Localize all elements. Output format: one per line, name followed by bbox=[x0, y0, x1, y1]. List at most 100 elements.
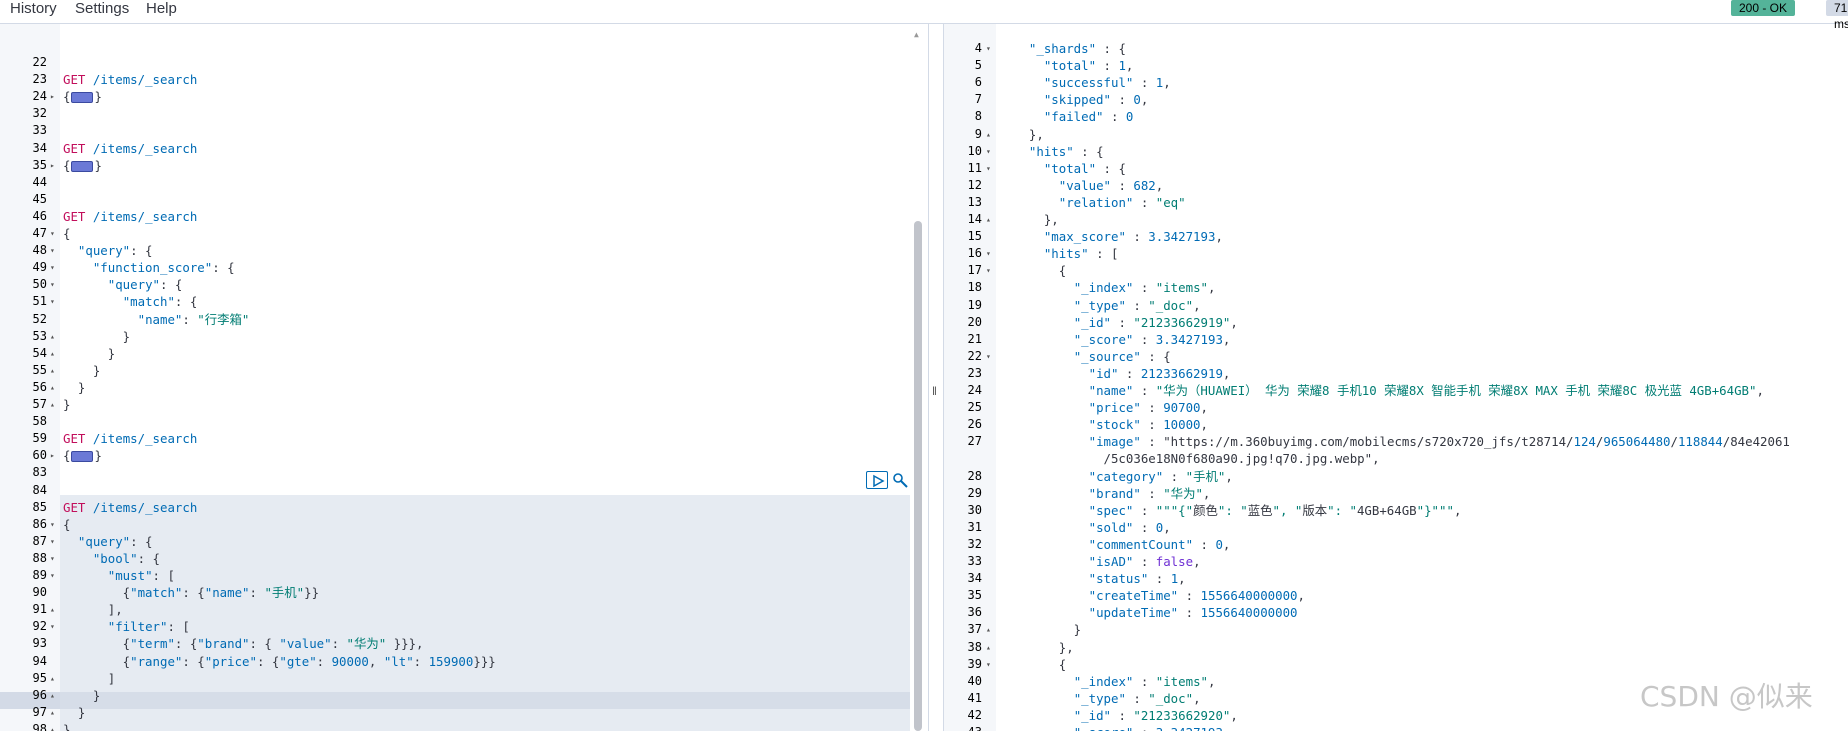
code-text: GET /items/_search bbox=[63, 72, 198, 88]
code-text: "name" : "华为（HUAWEI） 华为 荣耀8 手机10 荣耀8X 智能… bbox=[1088, 383, 1764, 398]
line-number: 96 bbox=[32, 687, 47, 702]
line-number: 97 bbox=[32, 704, 47, 719]
code-text: "max_score" : 3.3427193, bbox=[1043, 229, 1223, 245]
code-text: "category" : "手机", bbox=[1088, 468, 1233, 484]
menu-bar: History Settings Help 200 - OK 71 ms bbox=[0, 0, 1848, 31]
fold-toggle-icon[interactable]: ▾ bbox=[50, 242, 55, 259]
code-text: } bbox=[63, 328, 131, 344]
code-text: { bbox=[63, 226, 71, 241]
request-line: 59 GET /items/_search bbox=[0, 430, 928, 447]
fold-toggle-icon[interactable]: ▴ bbox=[50, 379, 55, 396]
code-text: "match": { bbox=[122, 294, 198, 310]
line-number: 60 bbox=[32, 448, 47, 463]
line-number: 31 bbox=[967, 519, 982, 534]
fold-toggle-icon[interactable]: ▴ bbox=[50, 670, 55, 687]
request-line: 34 GET /items/_search bbox=[0, 140, 928, 157]
menu-history[interactable]: History bbox=[10, 0, 57, 17]
request-line: 35 ▸ {} bbox=[0, 157, 928, 174]
fold-toggle-icon[interactable]: ▴ bbox=[50, 362, 55, 379]
request-line: 49 ▾ "function_score": { bbox=[0, 259, 928, 276]
fold-toggle-icon[interactable]: ▾ bbox=[986, 656, 991, 673]
fold-toggle-icon[interactable]: ▴ bbox=[50, 601, 55, 618]
response-line: 39 ▾ { bbox=[944, 656, 1848, 673]
fold-toggle-icon[interactable]: ▾ bbox=[50, 567, 55, 584]
code-text: GET /items/_search bbox=[63, 499, 198, 515]
code-text: {} bbox=[63, 157, 102, 173]
response-line: 9 ▴ }, bbox=[944, 126, 1848, 143]
fold-toggle-icon[interactable]: ▾ bbox=[986, 143, 991, 160]
line-number: 41 bbox=[967, 690, 982, 705]
fold-toggle-icon[interactable]: ▴ bbox=[50, 345, 55, 362]
line-number: 42 bbox=[967, 707, 982, 722]
scroll-up-arrow[interactable]: ▲ bbox=[914, 30, 919, 39]
line-number: 53 bbox=[32, 328, 47, 343]
line-number: 89 bbox=[32, 568, 47, 582]
code-text: "createTime" : 1556640000000, bbox=[1088, 588, 1305, 604]
fold-toggle-icon[interactable]: ▴ bbox=[986, 639, 991, 656]
response-line: 30 "spec" : """{"颜色": "蓝色", "版本": "4GB+6… bbox=[944, 502, 1848, 519]
menu-settings[interactable]: Settings bbox=[75, 0, 129, 17]
line-number: 94 bbox=[32, 653, 47, 668]
request-editor[interactable]: 22 23 GET /items/_search 24 ▸{} 32 33 34 GET /it… bbox=[0, 24, 928, 731]
line-number: 48 bbox=[32, 243, 47, 258]
response-line: 27 "image" : "https://m.360buyimg.com/mo… bbox=[944, 433, 1848, 450]
response-line: 10 ▾ "hits" : { bbox=[944, 143, 1848, 160]
fold-toggle-icon[interactable]: ▾ bbox=[986, 40, 991, 57]
request-line: 33 bbox=[0, 122, 928, 139]
response-line: 8 "failed" : 0 bbox=[944, 108, 1848, 125]
fold-toggle-icon[interactable]: ▴ bbox=[50, 687, 55, 704]
fold-toggle-icon[interactable]: ▸ bbox=[50, 88, 55, 105]
line-number: 8 bbox=[974, 109, 982, 124]
request-line: 48 ▾ "query": { bbox=[0, 242, 928, 259]
settings-wrench-button[interactable] bbox=[891, 471, 909, 489]
response-line: 35 "createTime" : 1556640000000, bbox=[944, 587, 1848, 604]
response-line: 4 ▾ "_shards" : { bbox=[944, 40, 1848, 57]
code-text: "updateTime" : 1556640000000 bbox=[1088, 605, 1298, 621]
code-text: "status" : 1, bbox=[1088, 571, 1186, 587]
line-number: 6 bbox=[974, 75, 982, 90]
code-text: "_type" : "_doc", bbox=[1073, 690, 1201, 706]
fold-toggle-icon[interactable]: ▾ bbox=[50, 533, 55, 550]
code-text: {"match": {"name": "手机"}} bbox=[63, 585, 320, 601]
code-text: "stock" : 10000, bbox=[1088, 417, 1208, 433]
fold-toggle-icon[interactable]: ▾ bbox=[50, 550, 55, 567]
code-text: "total" : { bbox=[1043, 160, 1126, 176]
fold-toggle-icon[interactable]: ▾ bbox=[50, 276, 55, 293]
fold-toggle-icon[interactable]: ▾ bbox=[50, 259, 55, 276]
fold-toggle-icon[interactable]: ▾ bbox=[50, 516, 55, 533]
fold-toggle-icon[interactable]: ▴ bbox=[50, 704, 55, 721]
fold-toggle-icon[interactable]: ▾ bbox=[986, 262, 991, 279]
code-text: "_index" : "items", bbox=[1073, 280, 1216, 296]
fold-toggle-icon[interactable]: ▾ bbox=[50, 225, 55, 242]
pane-resizer[interactable]: ‖ bbox=[928, 24, 944, 731]
line-number: 49 bbox=[32, 260, 47, 275]
fold-toggle-icon[interactable]: ▴ bbox=[50, 328, 55, 345]
line-number: 35 bbox=[967, 588, 982, 603]
menu-help[interactable]: Help bbox=[146, 0, 177, 17]
code-text: "_score" : 3.3427193, bbox=[1014, 724, 1231, 731]
request-line: 51 ▾ "match": { bbox=[0, 293, 928, 310]
response-line: 5 "total" : 1, bbox=[944, 57, 1848, 74]
code-text: GET /items/_search bbox=[63, 208, 198, 224]
fold-toggle-icon[interactable]: ▴ bbox=[986, 211, 991, 228]
fold-toggle-icon[interactable]: ▾ bbox=[50, 618, 55, 635]
send-request-button[interactable] bbox=[866, 471, 888, 489]
fold-toggle-icon[interactable]: ▴ bbox=[50, 721, 55, 731]
fold-toggle-icon[interactable]: ▸ bbox=[50, 157, 55, 174]
fold-toggle-icon[interactable]: ▾ bbox=[986, 348, 991, 365]
fold-toggle-icon[interactable]: ▴ bbox=[986, 126, 991, 143]
fold-toggle-icon[interactable]: ▾ bbox=[50, 293, 55, 310]
line-number: 47 bbox=[32, 226, 47, 240]
request-scrollbar[interactable] bbox=[914, 221, 922, 731]
fold-toggle-icon[interactable]: ▾ bbox=[986, 160, 991, 177]
request-line: 50 ▾ "query": { bbox=[0, 276, 928, 293]
code-text: ], bbox=[63, 602, 123, 618]
fold-toggle-icon[interactable]: ▴ bbox=[50, 396, 55, 413]
line-number: 27 bbox=[967, 434, 982, 449]
fold-toggle-icon[interactable]: ▸ bbox=[50, 447, 55, 464]
code-text: "commentCount" : 0, bbox=[1088, 536, 1231, 552]
line-number: 33 bbox=[967, 554, 982, 568]
fold-toggle-icon[interactable]: ▾ bbox=[986, 245, 991, 262]
fold-toggle-icon[interactable]: ▴ bbox=[986, 621, 991, 638]
line-number: 38 bbox=[967, 639, 982, 654]
